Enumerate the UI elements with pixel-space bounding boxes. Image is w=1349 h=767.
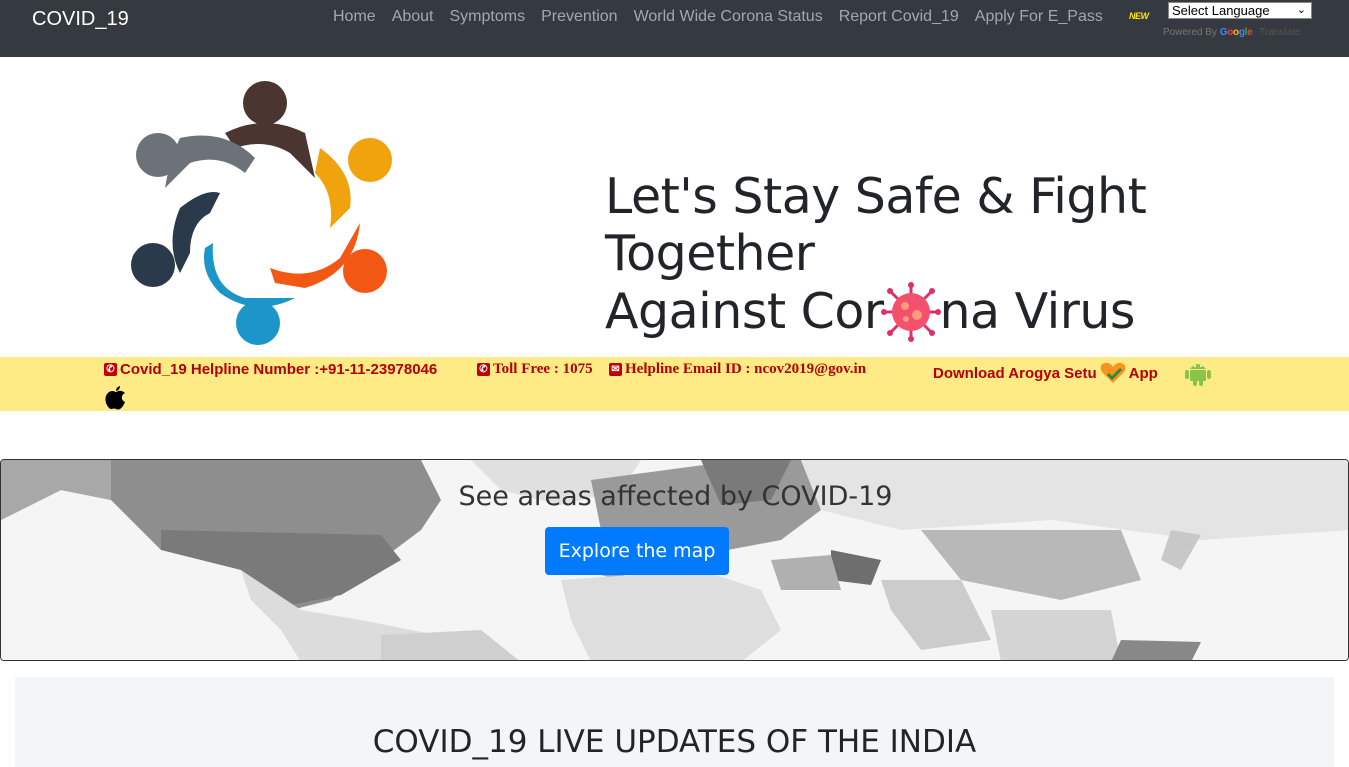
helpline-email[interactable]: ✉ Helpline Email ID : ncov2019@gov.in xyxy=(609,361,866,378)
chevron-down-icon: ⌄ xyxy=(1296,4,1306,16)
nav-about[interactable]: About xyxy=(384,8,442,26)
nav-home[interactable]: Home xyxy=(325,8,384,26)
language-select-label: Select Language xyxy=(1172,3,1270,18)
map-card: See areas affected by COVID-19 Explore t… xyxy=(0,459,1349,661)
heart-check-icon xyxy=(1100,362,1126,383)
brand-link[interactable]: COVID_19 xyxy=(32,8,129,31)
powered-by-label: Powered By xyxy=(1163,27,1217,38)
translate-link[interactable]: Translate xyxy=(1259,27,1300,38)
nav-symptoms[interactable]: Symptoms xyxy=(442,8,534,26)
hero-line-2: Against Cor na Virus xyxy=(605,282,1135,342)
hero-title: Let's Stay Safe & Fight Together Against… xyxy=(605,168,1349,342)
map-title: See areas affected by COVID-19 xyxy=(458,481,893,512)
teamwork-logo xyxy=(131,81,392,345)
nav-epass[interactable]: Apply For E_Pass xyxy=(967,8,1111,26)
arogya-setu-download[interactable]: Download Arogya Setu App xyxy=(933,361,1158,385)
virus-icon xyxy=(881,282,942,342)
phone-icon: ✆ xyxy=(104,363,117,376)
phone-icon: ✆ xyxy=(477,363,490,376)
nav-links: Home About Symptoms Prevention World Wid… xyxy=(325,8,1111,26)
live-updates-section: COVID_19 LIVE UPDATES OF THE INDIA xyxy=(15,677,1334,767)
new-badge: NEW xyxy=(1129,11,1149,21)
android-icon[interactable] xyxy=(1185,359,1211,387)
envelope-icon: ✉ xyxy=(609,363,622,376)
toll-free[interactable]: ✆ Toll Free : 1075 xyxy=(477,361,593,378)
hero-line-1: Let's Stay Safe & Fight Together xyxy=(605,168,1147,282)
navbar: COVID_19 Home About Symptoms Prevention … xyxy=(0,0,1349,57)
nav-world-status[interactable]: World Wide Corona Status xyxy=(626,8,831,26)
apple-icon[interactable] xyxy=(104,384,128,411)
helpline-number[interactable]: ✆ Covid_19 Helpline Number :+91-11-23978… xyxy=(104,361,437,378)
live-updates-title: COVID_19 LIVE UPDATES OF THE INDIA xyxy=(372,724,977,760)
helpline-bar: ✆ Covid_19 Helpline Number :+91-11-23978… xyxy=(0,357,1349,411)
explore-map-button[interactable]: Explore the map xyxy=(545,527,729,575)
google-logo: Google xyxy=(1219,27,1253,38)
google-translate-credit: Powered By Google Translate xyxy=(1163,27,1300,38)
language-select[interactable]: Select Language ⌄ xyxy=(1168,2,1312,19)
nav-report[interactable]: Report Covid_19 xyxy=(831,8,967,26)
nav-prevention[interactable]: Prevention xyxy=(533,8,626,26)
